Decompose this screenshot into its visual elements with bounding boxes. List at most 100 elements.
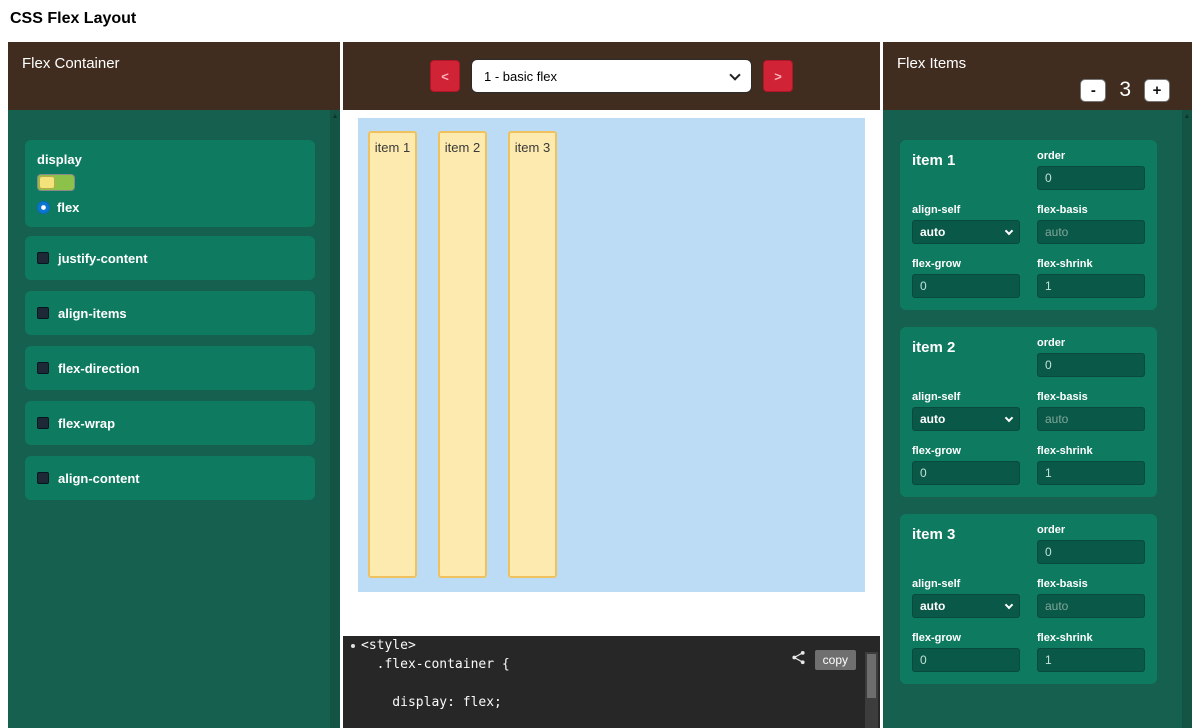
align-self-select-wrap: auto xyxy=(912,594,1020,618)
titlebar: CSS Flex Layout xyxy=(0,0,1199,28)
order-cell: order xyxy=(1037,337,1145,377)
flex-basis-label: flex-basis xyxy=(1037,204,1145,216)
flex-basis-input[interactable] xyxy=(1037,594,1145,618)
example-select-wrap: 1 - basic flex xyxy=(471,59,752,93)
code-text: <style> .flex-container { display: flex; xyxy=(361,636,850,712)
preview-item-3: item 3 xyxy=(508,131,557,578)
flex-grow-cell: flex-grow xyxy=(912,632,1020,672)
align-self-select[interactable]: auto xyxy=(912,594,1020,618)
property-panel-flex-wrap[interactable]: flex-wrap xyxy=(25,401,315,445)
code-panel: copy <style> .flex-container { display: … xyxy=(343,636,880,728)
right-scrollbar[interactable]: ▲ xyxy=(1182,110,1192,728)
item-name-cell: item 1 xyxy=(912,150,1020,190)
prev-example-button[interactable]: < xyxy=(430,60,460,92)
flex-items-header: Flex Items - 3 + xyxy=(883,42,1192,110)
order-input[interactable] xyxy=(1037,166,1145,190)
code-dot xyxy=(351,644,355,648)
flex-grow-cell: flex-grow xyxy=(912,258,1020,298)
justify-content-checkbox[interactable] xyxy=(37,252,49,264)
decrease-items-button[interactable]: - xyxy=(1080,79,1106,102)
flex-direction-checkbox[interactable] xyxy=(37,362,49,374)
align-content-label: align-content xyxy=(58,471,140,486)
preview-header: < 1 - basic flex > xyxy=(343,42,880,110)
flex-basis-cell: flex-basis xyxy=(1037,391,1145,431)
flex-wrap-label: flex-wrap xyxy=(58,416,115,431)
flex-shrink-input[interactable] xyxy=(1037,648,1145,672)
flex-shrink-cell: flex-shrink xyxy=(1037,445,1145,485)
align-items-checkbox[interactable] xyxy=(37,307,49,319)
item-name: item 1 xyxy=(912,152,1020,169)
page-title: CSS Flex Layout xyxy=(10,10,1199,28)
flex-grow-label: flex-grow xyxy=(912,445,1020,457)
align-self-label: align-self xyxy=(912,578,1020,590)
flex-grow-input[interactable] xyxy=(912,461,1020,485)
flex-basis-label: flex-basis xyxy=(1037,391,1145,403)
item-name: item 3 xyxy=(912,526,1020,543)
flex-shrink-input[interactable] xyxy=(1037,274,1145,298)
flex-container-column: Flex Container display flex justify-cont… xyxy=(8,42,340,728)
flex-grow-input[interactable] xyxy=(912,648,1020,672)
align-content-checkbox[interactable] xyxy=(37,472,49,484)
flex-direction-label: flex-direction xyxy=(58,361,140,376)
items-count: 3 xyxy=(1119,78,1131,102)
code-scrollbar-thumb[interactable] xyxy=(867,654,876,698)
flex-grow-label: flex-grow xyxy=(912,258,1020,270)
property-panel-justify-content[interactable]: justify-content xyxy=(25,236,315,280)
order-cell: order xyxy=(1037,150,1145,190)
property-panel-align-content[interactable]: align-content xyxy=(25,456,315,500)
align-self-cell: align-self auto xyxy=(912,204,1020,244)
flex-shrink-label: flex-shrink xyxy=(1037,258,1145,270)
flex-shrink-label: flex-shrink xyxy=(1037,445,1145,457)
left-scrollbar[interactable]: ▲ xyxy=(330,110,340,728)
toggle-knob-icon xyxy=(39,176,55,189)
order-input[interactable] xyxy=(1037,540,1145,564)
flex-items-column: Flex Items - 3 + item 1 order align-self… xyxy=(883,42,1192,728)
next-example-button[interactable]: > xyxy=(763,60,793,92)
item-name-cell: item 2 xyxy=(912,337,1020,377)
flex-items-title: Flex Items xyxy=(897,55,966,72)
property-panel-align-items[interactable]: align-items xyxy=(25,291,315,335)
align-self-select-wrap: auto xyxy=(912,407,1020,431)
flex-container-title: Flex Container xyxy=(22,55,120,72)
preview-column: < 1 - basic flex > item 1 item 2 item 3 xyxy=(343,42,880,728)
item-card-2: item 2 order align-self auto flex-basis xyxy=(900,327,1157,497)
flex-radio-label: flex xyxy=(57,200,79,215)
flex-container-body: display flex justify-content align-items… xyxy=(8,110,340,728)
item-name: item 2 xyxy=(912,339,1020,356)
copy-button[interactable]: copy xyxy=(815,650,856,670)
scroll-up-icon: ▲ xyxy=(1182,110,1192,123)
flex-preview-container: item 1 item 2 item 3 xyxy=(358,118,865,592)
justify-content-label: justify-content xyxy=(58,251,148,266)
flex-shrink-input[interactable] xyxy=(1037,461,1145,485)
flex-grow-input[interactable] xyxy=(912,274,1020,298)
flex-basis-cell: flex-basis xyxy=(1037,578,1145,618)
display-label: display xyxy=(37,152,303,167)
order-label: order xyxy=(1037,524,1145,536)
align-self-cell: align-self auto xyxy=(912,391,1020,431)
order-cell: order xyxy=(1037,524,1145,564)
flex-radio[interactable] xyxy=(37,201,50,214)
property-panel-flex-direction[interactable]: flex-direction xyxy=(25,346,315,390)
order-label: order xyxy=(1037,150,1145,162)
display-panel: display flex xyxy=(25,140,315,227)
increase-items-button[interactable]: + xyxy=(1144,79,1170,102)
preview-item-2: item 2 xyxy=(438,131,487,578)
flex-basis-input[interactable] xyxy=(1037,407,1145,431)
example-select[interactable]: 1 - basic flex xyxy=(471,59,752,93)
code-toolbar: copy xyxy=(791,650,856,670)
align-self-select[interactable]: auto xyxy=(912,220,1020,244)
align-items-label: align-items xyxy=(58,306,127,321)
flex-wrap-checkbox[interactable] xyxy=(37,417,49,429)
preview-item-1: item 1 xyxy=(368,131,417,578)
flex-shrink-cell: flex-shrink xyxy=(1037,258,1145,298)
flex-basis-input[interactable] xyxy=(1037,220,1145,244)
order-label: order xyxy=(1037,337,1145,349)
display-toggle[interactable] xyxy=(37,174,75,191)
code-scrollbar[interactable] xyxy=(865,652,878,728)
align-self-select[interactable]: auto xyxy=(912,407,1020,431)
order-input[interactable] xyxy=(1037,353,1145,377)
flex-basis-cell: flex-basis xyxy=(1037,204,1145,244)
align-self-label: align-self xyxy=(912,204,1020,216)
share-icon[interactable] xyxy=(791,650,806,670)
scroll-up-icon: ▲ xyxy=(330,110,340,123)
